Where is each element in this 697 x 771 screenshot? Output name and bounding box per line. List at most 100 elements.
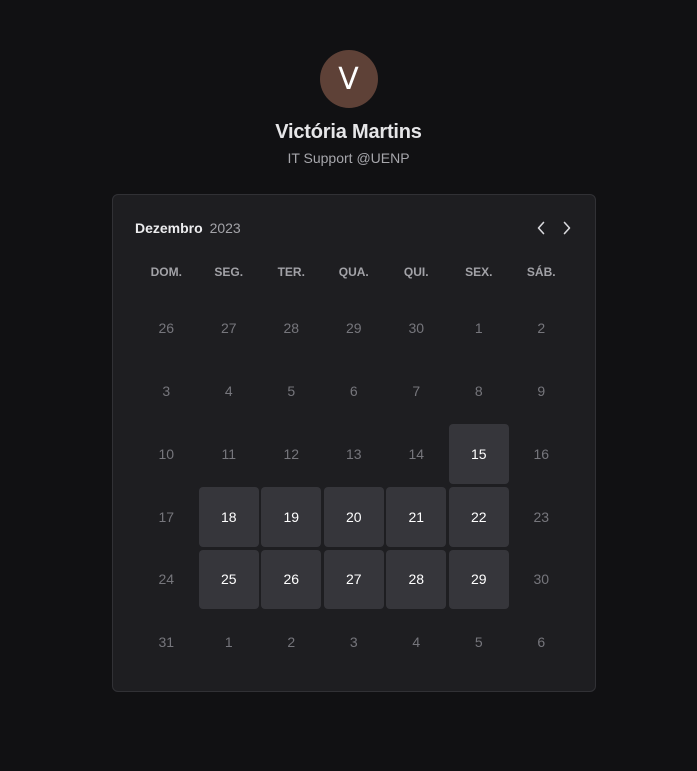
day-number: 26 [283, 571, 300, 588]
day-number: 17 [158, 508, 175, 525]
day-number: 4 [224, 383, 233, 400]
calendar: Dezembro 2023 DOM. SEG. TER. QUA. QUI. SEX. SÁ… [112, 194, 596, 692]
calendar-day: 30 [510, 548, 573, 611]
calendar-day: 1 [198, 611, 261, 674]
day-number: 1 [474, 320, 483, 337]
chevron-right-icon [563, 221, 571, 235]
day-number: 27 [345, 571, 362, 588]
calendar-day-available[interactable]: 26 [260, 548, 323, 611]
previous-month-button[interactable] [530, 217, 552, 239]
calendar-day-available[interactable]: 29 [448, 548, 511, 611]
weekday-label: TER. [277, 265, 305, 279]
day-number: 29 [470, 571, 487, 588]
day-number: 4 [412, 634, 421, 651]
calendar-day: 3 [135, 360, 198, 423]
day-number: 3 [349, 634, 358, 651]
day-number: 2 [287, 634, 296, 651]
weekday-label: QUA. [338, 265, 369, 279]
calendar-week-row: 26 27 28 29 30 1 2 [135, 297, 575, 360]
calendar-day-available[interactable]: 27 [323, 548, 386, 611]
day-number: 14 [408, 445, 425, 462]
calendar-day: 1 [448, 297, 511, 360]
calendar-day: 3 [323, 611, 386, 674]
calendar-day-available[interactable]: 15 [448, 423, 511, 486]
calendar-day-available[interactable]: 21 [385, 485, 448, 548]
calendar-day: 4 [198, 360, 261, 423]
day-number: 7 [412, 383, 421, 400]
avatar-initial: V [338, 61, 359, 97]
calendar-grid: DOM. SEG. TER. QUA. QUI. SEX. SÁB. 26 27 28 29 30 1… [135, 255, 575, 674]
day-number: 15 [470, 445, 487, 462]
calendar-day: 5 [448, 611, 511, 674]
calendar-days: 26 27 28 29 30 1 2 3 4 5 6 7 8 9 10 11 12 13 14 15 16 17 18 19 2… [135, 297, 575, 674]
calendar-day: 28 [260, 297, 323, 360]
day-number: 20 [345, 508, 362, 525]
calendar-week-row: 24 25 26 27 28 29 30 [135, 548, 575, 611]
calendar-year: 2023 [209, 220, 241, 236]
calendar-day: 26 [135, 297, 198, 360]
calendar-day: 6 [510, 611, 573, 674]
profile-name: Victória Martins [275, 121, 422, 143]
day-number: 9 [537, 383, 546, 400]
day-number: 3 [162, 383, 171, 400]
calendar-day: 8 [448, 360, 511, 423]
calendar-day: 14 [385, 423, 448, 486]
avatar: V [319, 50, 378, 108]
profile-role: IT Support @UENP [287, 150, 410, 166]
day-number: 18 [220, 508, 237, 525]
calendar-day-available[interactable]: 20 [323, 485, 386, 548]
day-number: 28 [283, 320, 300, 337]
calendar-day-available[interactable]: 25 [198, 548, 261, 611]
calendar-day: 4 [385, 611, 448, 674]
day-number: 28 [408, 571, 425, 588]
day-number: 27 [220, 320, 237, 337]
calendar-day: 29 [323, 297, 386, 360]
calendar-day: 24 [135, 548, 198, 611]
day-number: 21 [408, 508, 425, 525]
day-number: 26 [158, 320, 175, 337]
calendar-day: 7 [385, 360, 448, 423]
day-number: 24 [158, 571, 175, 588]
day-number: 31 [158, 634, 175, 651]
weekday-label: QUI. [403, 265, 429, 279]
calendar-day: 2 [260, 611, 323, 674]
day-number: 5 [474, 634, 483, 651]
calendar-day-available[interactable]: 22 [448, 485, 511, 548]
calendar-day-available[interactable]: 18 [198, 485, 261, 548]
calendar-day: 16 [510, 423, 573, 486]
weekday-label: SÁB. [526, 265, 556, 279]
day-number: 10 [158, 445, 175, 462]
calendar-day-available[interactable]: 19 [260, 485, 323, 548]
weekday-label: SEX. [465, 265, 493, 279]
day-number: 25 [220, 571, 237, 588]
day-number: 23 [533, 508, 550, 525]
day-number: 1 [224, 634, 233, 651]
day-number: 6 [349, 383, 358, 400]
day-number: 19 [283, 508, 300, 525]
calendar-day: 10 [135, 423, 198, 486]
next-month-button[interactable] [556, 217, 578, 239]
calendar-day: 31 [135, 611, 198, 674]
calendar-day: 5 [260, 360, 323, 423]
calendar-day: 30 [385, 297, 448, 360]
calendar-day: 2 [510, 297, 573, 360]
calendar-week-row: 3 4 5 6 7 8 9 [135, 360, 575, 423]
day-number: 13 [345, 445, 362, 462]
calendar-week-row: 17 18 19 20 21 22 23 [135, 485, 575, 548]
calendar-day: 13 [323, 423, 386, 486]
day-number: 11 [221, 445, 237, 462]
day-number: 5 [287, 383, 296, 400]
day-number: 16 [533, 445, 550, 462]
calendar-day: 11 [198, 423, 261, 486]
calendar-day: 6 [323, 360, 386, 423]
calendar-week-row: 31 1 2 3 4 5 6 [135, 611, 575, 674]
calendar-month: Dezembro [135, 220, 203, 236]
day-number: 22 [470, 508, 487, 525]
weekday-label: DOM. [150, 265, 182, 279]
calendar-day-available[interactable]: 28 [385, 548, 448, 611]
calendar-day: 17 [135, 485, 198, 548]
day-number: 2 [537, 320, 546, 337]
chevron-left-icon [537, 221, 545, 235]
weekday-label: SEG. [214, 265, 244, 279]
calendar-week-row: 10 11 12 13 14 15 16 [135, 423, 575, 486]
